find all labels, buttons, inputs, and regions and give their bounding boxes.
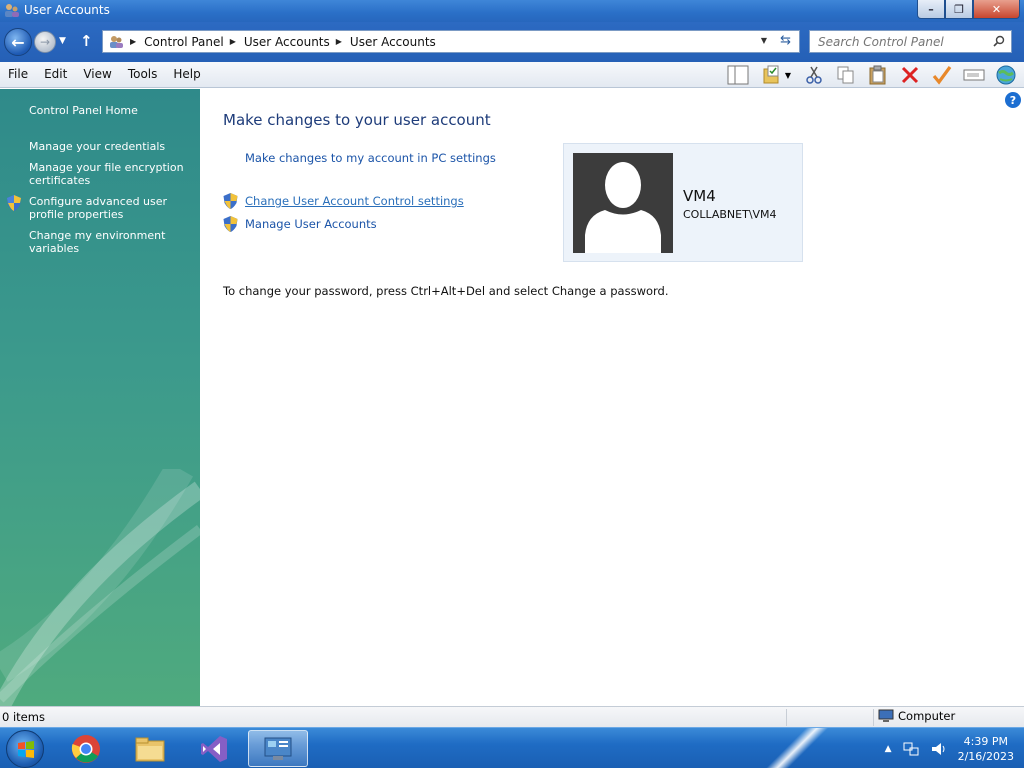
menu-file[interactable]: File xyxy=(0,67,36,81)
control-panel-icon xyxy=(110,35,123,48)
breadcrumb-separator-icon[interactable]: ▶ xyxy=(230,37,236,46)
taskbar-chrome[interactable] xyxy=(58,730,114,767)
visual-studio-icon xyxy=(201,735,227,762)
breadcrumb-user-accounts[interactable]: User Accounts xyxy=(244,35,330,49)
manage-accounts-shield-icon xyxy=(223,216,238,232)
refresh-icon[interactable]: ⇆ xyxy=(780,33,791,48)
show-hidden-icons-icon[interactable]: ▲ xyxy=(885,744,892,754)
paste-button[interactable] xyxy=(864,63,892,87)
scissors-icon xyxy=(806,66,822,84)
control-panel-app-icon xyxy=(264,737,292,760)
maximize-button[interactable]: ❐ xyxy=(945,0,973,19)
status-location: Computer xyxy=(878,709,955,723)
menu-view[interactable]: View xyxy=(75,67,119,81)
minimize-button[interactable]: – xyxy=(917,0,945,19)
up-level-button[interactable]: ↑ xyxy=(80,32,93,50)
windows-logo-icon xyxy=(18,741,34,758)
address-dropdown-icon[interactable]: ▼ xyxy=(761,36,767,45)
help-icon[interactable]: ? xyxy=(1005,92,1021,108)
title-bar: User Accounts – ❐ ✕ xyxy=(0,0,1024,22)
page-title: Make changes to your user account xyxy=(223,111,491,129)
properties-button[interactable]: ▼ xyxy=(756,63,796,87)
address-bar[interactable]: ▶ Control Panel ▶ User Accounts ▶ User A… xyxy=(102,30,800,53)
sidebar-item-file-encryption[interactable]: Manage your file encryption certificates xyxy=(29,161,194,187)
delete-x-icon xyxy=(901,66,919,84)
sidebar-decoration xyxy=(0,469,200,706)
menu-edit[interactable]: Edit xyxy=(36,67,75,81)
breadcrumb-separator-icon[interactable]: ▶ xyxy=(336,37,342,46)
menu-tools[interactable]: Tools xyxy=(120,67,166,81)
window-title: User Accounts xyxy=(24,3,110,17)
forward-button[interactable]: → xyxy=(34,31,56,53)
globe-icon xyxy=(996,65,1016,85)
clock-date: 2/16/2023 xyxy=(957,749,1014,763)
status-divider xyxy=(786,709,787,726)
globe-button[interactable] xyxy=(992,63,1020,87)
pc-settings-link[interactable]: Make changes to my account in PC setting… xyxy=(245,151,496,165)
password-instructions: To change your password, press Ctrl+Alt+… xyxy=(223,284,669,298)
sidebar-item-control-panel-home[interactable]: Control Panel Home xyxy=(29,104,194,117)
properties-folder-icon xyxy=(763,65,779,84)
cut-button[interactable] xyxy=(800,63,828,87)
breadcrumb: ▶ Control Panel ▶ User Accounts ▶ User A… xyxy=(124,35,436,49)
folder-icon xyxy=(135,737,165,761)
sidebar-item-environment-variables[interactable]: Change my environment variables xyxy=(29,229,194,255)
computer-icon xyxy=(878,709,894,722)
copy-icon xyxy=(837,66,854,84)
status-divider xyxy=(873,709,874,726)
item-count: 0 items xyxy=(2,710,45,724)
properties-dropdown-icon[interactable]: ▼ xyxy=(785,71,791,80)
taskbar-decoration xyxy=(760,728,830,768)
search-box[interactable] xyxy=(809,30,1012,53)
layout-pane-button[interactable] xyxy=(724,63,752,87)
recent-pages-dropdown-icon[interactable]: ▼ xyxy=(59,36,66,46)
network-icon[interactable] xyxy=(902,741,920,757)
apply-button[interactable] xyxy=(928,63,956,87)
taskbar-file-explorer[interactable] xyxy=(122,730,178,767)
copy-button[interactable] xyxy=(832,63,860,87)
user-silhouette-icon xyxy=(585,162,661,253)
search-icon[interactable] xyxy=(993,35,1005,47)
search-input[interactable] xyxy=(810,31,985,52)
chrome-icon xyxy=(71,734,100,763)
rename-button[interactable] xyxy=(960,63,988,87)
delete-button[interactable] xyxy=(896,63,924,87)
account-card: VM4 COLLABNET\VM4 xyxy=(563,143,803,262)
menu-help[interactable]: Help xyxy=(165,67,208,81)
main-content: ? Make changes to your user account Make… xyxy=(200,89,1024,706)
navigation-bar: ← → ▼ ↑ ▶ Control Panel ▶ User Accounts … xyxy=(0,22,1024,62)
start-button[interactable] xyxy=(6,730,44,768)
account-name: VM4 xyxy=(683,187,716,205)
sidebar-item-manage-credentials[interactable]: Manage your credentials xyxy=(29,140,194,153)
taskbar-visual-studio[interactable] xyxy=(186,730,242,767)
breadcrumb-user-accounts-current[interactable]: User Accounts xyxy=(350,35,436,49)
breadcrumb-separator-icon[interactable]: ▶ xyxy=(130,37,136,46)
close-button[interactable]: ✕ xyxy=(973,0,1020,19)
location-label: Computer xyxy=(898,709,956,723)
user-accounts-icon xyxy=(5,4,19,17)
left-sidebar: Control Panel Home Manage your credentia… xyxy=(0,89,200,706)
breadcrumb-control-panel[interactable]: Control Panel xyxy=(144,35,224,49)
status-bar: 0 items Computer xyxy=(0,706,1024,727)
clock[interactable]: 4:39 PM 2/16/2023 xyxy=(958,734,1014,764)
uac-shield-icon xyxy=(223,193,238,209)
paste-icon xyxy=(869,65,886,85)
clock-time: 4:39 PM xyxy=(963,734,1008,748)
account-domain: COLLABNET\VM4 xyxy=(683,208,777,221)
layout-pane-icon xyxy=(727,65,749,85)
taskbar-control-panel[interactable] xyxy=(248,730,308,767)
manage-user-accounts-link[interactable]: Manage User Accounts xyxy=(245,217,377,231)
security-shield-icon xyxy=(7,195,21,211)
system-tray: ▲ 4:39 PM 2/16/2023 xyxy=(885,728,1014,768)
volume-icon[interactable] xyxy=(930,741,948,757)
back-button[interactable]: ← xyxy=(4,28,32,56)
avatar xyxy=(573,153,673,253)
menu-bar: File Edit View Tools Help ▼ xyxy=(0,62,1024,88)
taskbar: ▲ 4:39 PM 2/16/2023 xyxy=(0,727,1024,768)
uac-settings-link[interactable]: Change User Account Control settings xyxy=(245,194,464,208)
sidebar-item-advanced-profile[interactable]: Configure advanced user profile properti… xyxy=(29,195,194,221)
rename-field-icon xyxy=(963,69,985,81)
checkmark-icon xyxy=(932,66,952,85)
